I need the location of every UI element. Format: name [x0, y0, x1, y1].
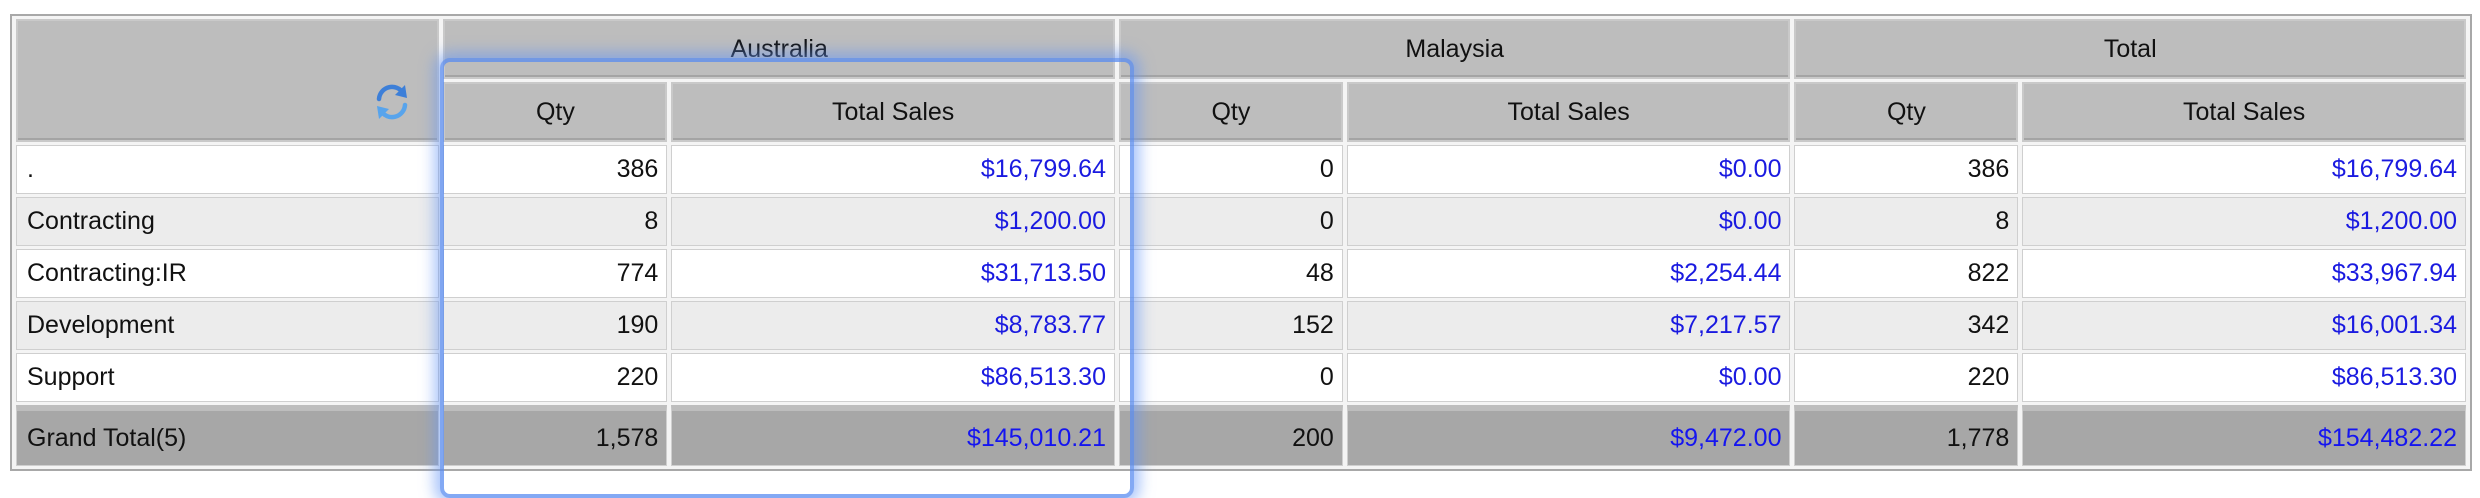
cell-au-qty: 220: [443, 353, 668, 402]
cell-my-qty: 48: [1118, 249, 1343, 298]
column-header-au-total-sales: Total Sales: [671, 82, 1115, 142]
cell-total-qty: 220: [1794, 353, 2019, 402]
column-header-my-total-sales: Total Sales: [1346, 82, 1791, 142]
row-label: Development: [16, 301, 440, 350]
cell-my-qty: 0: [1118, 353, 1343, 402]
column-group-malaysia: Malaysia: [1118, 19, 1791, 79]
table-row: Support 220 $86,513.30 0 $0.00 220 $86,5…: [16, 353, 2466, 402]
grand-total-row: Grand Total(5) 1,578 $145,010.21 200 $9,…: [16, 405, 2466, 466]
cell-my-total-sales[interactable]: $0.00: [1346, 145, 1791, 194]
grand-total-total-total-sales[interactable]: $154,482.22: [2022, 405, 2466, 466]
cell-total-total-sales[interactable]: $86,513.30: [2022, 353, 2466, 402]
pivot-table: Australia Malaysia Total Qty Total Sales…: [10, 14, 2472, 471]
cell-au-total-sales[interactable]: $16,799.64: [671, 145, 1115, 194]
cell-total-qty: 8: [1794, 197, 2019, 246]
cell-au-total-sales[interactable]: $31,713.50: [671, 249, 1115, 298]
header-row-groups: Australia Malaysia Total: [16, 19, 2466, 142]
table-row: Contracting 8 $1,200.00 0 $0.00 8 $1,200…: [16, 197, 2466, 246]
column-header-au-qty: Qty: [443, 82, 668, 142]
row-label: Support: [16, 353, 440, 402]
column-header-total-total-sales: Total Sales: [2022, 82, 2466, 142]
cell-au-total-sales[interactable]: $8,783.77: [671, 301, 1115, 350]
cell-total-total-sales[interactable]: $1,200.00: [2022, 197, 2466, 246]
cell-my-qty: 0: [1118, 197, 1343, 246]
cell-my-total-sales[interactable]: $7,217.57: [1346, 301, 1791, 350]
row-label: Contracting:IR: [16, 249, 440, 298]
column-group-australia: Australia: [443, 19, 1115, 79]
row-label: .: [16, 145, 440, 194]
cell-total-qty: 822: [1794, 249, 2019, 298]
cell-total-total-sales[interactable]: $16,001.34: [2022, 301, 2466, 350]
cell-my-total-sales[interactable]: $0.00: [1346, 353, 1791, 402]
pivot-table-container: Australia Malaysia Total Qty Total Sales…: [10, 14, 2472, 498]
column-header-total-qty: Qty: [1794, 82, 2019, 142]
cell-au-qty: 190: [443, 301, 668, 350]
table-row: Contracting:IR 774 $31,713.50 48 $2,254.…: [16, 249, 2466, 298]
table-row: . 386 $16,799.64 0 $0.00 386 $16,799.64: [16, 145, 2466, 194]
column-header-my-qty: Qty: [1118, 82, 1343, 142]
table-row: Development 190 $8,783.77 152 $7,217.57 …: [16, 301, 2466, 350]
refresh-icon[interactable]: [371, 81, 413, 123]
grand-total-au-qty: 1,578: [443, 405, 668, 466]
cell-au-qty: 774: [443, 249, 668, 298]
grand-total-my-qty: 200: [1118, 405, 1343, 466]
cell-my-total-sales[interactable]: $0.00: [1346, 197, 1791, 246]
cell-total-qty: 342: [1794, 301, 2019, 350]
grand-total-total-qty: 1,778: [1794, 405, 2019, 466]
grand-total-my-total-sales[interactable]: $9,472.00: [1346, 405, 1791, 466]
column-group-total: Total: [1794, 19, 2466, 79]
grand-total-label: Grand Total(5): [16, 405, 440, 466]
row-label: Contracting: [16, 197, 440, 246]
cell-total-total-sales[interactable]: $33,967.94: [2022, 249, 2466, 298]
cell-my-qty: 152: [1118, 301, 1343, 350]
cell-my-qty: 0: [1118, 145, 1343, 194]
cell-total-qty: 386: [1794, 145, 2019, 194]
cell-au-qty: 8: [443, 197, 668, 246]
grand-total-au-total-sales[interactable]: $145,010.21: [671, 405, 1115, 466]
corner-header: [16, 19, 440, 142]
cell-au-qty: 386: [443, 145, 668, 194]
cell-au-total-sales[interactable]: $86,513.30: [671, 353, 1115, 402]
cell-au-total-sales[interactable]: $1,200.00: [671, 197, 1115, 246]
cell-my-total-sales[interactable]: $2,254.44: [1346, 249, 1791, 298]
cell-total-total-sales[interactable]: $16,799.64: [2022, 145, 2466, 194]
